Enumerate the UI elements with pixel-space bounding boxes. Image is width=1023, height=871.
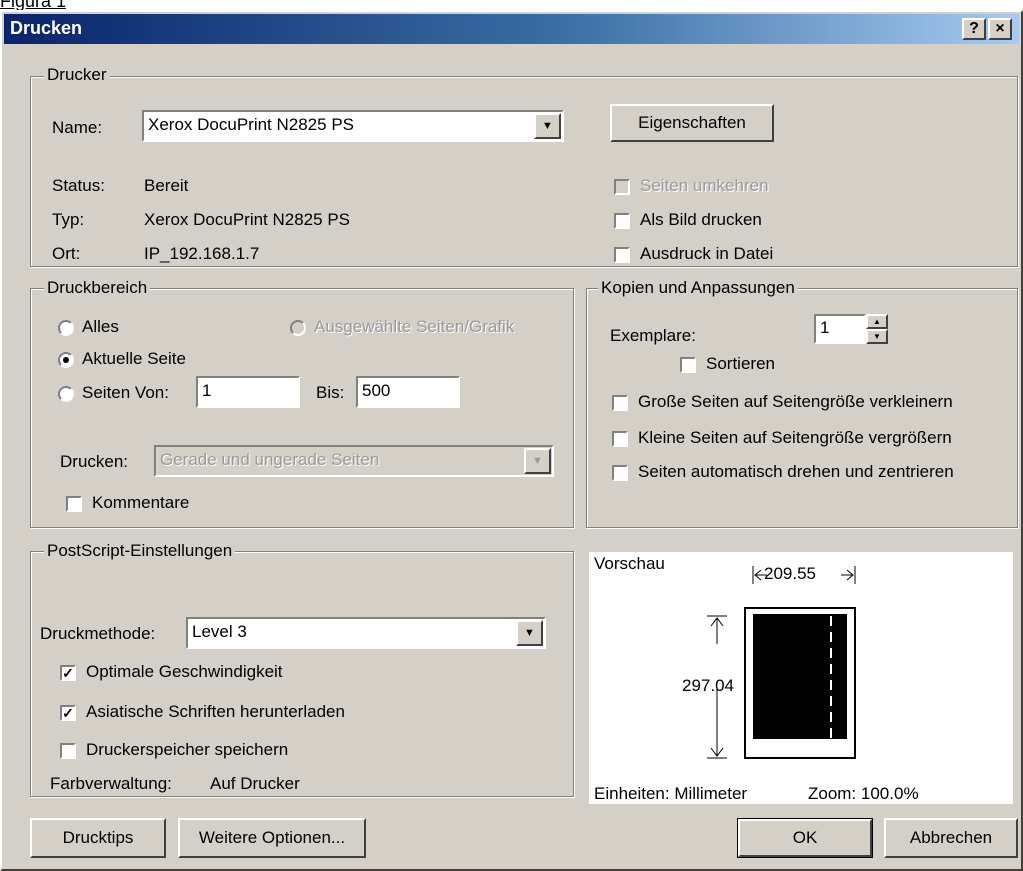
- printer-name-dropdown-arrow[interactable]: ▼: [534, 113, 561, 139]
- preview-graphic: [707, 566, 856, 759]
- checkmark-icon: ✓: [62, 705, 74, 721]
- print-method-label: Druckmethode:: [40, 624, 156, 643]
- close-button[interactable]: ×: [988, 18, 1012, 40]
- range-pages-label: Seiten Von:: [82, 383, 169, 402]
- copies-label: Exemplare:: [610, 326, 696, 345]
- checkmark-icon: ✓: [62, 665, 74, 681]
- autorotate-label: Seiten automatisch drehen und zentrieren: [638, 462, 954, 481]
- save-printer-memory-checkbox[interactable]: [60, 743, 76, 759]
- color-management-label: Farbverwaltung:: [50, 774, 172, 793]
- copies-group-label: Kopien und Anpassungen: [598, 279, 798, 297]
- to-page-value: 500: [362, 381, 391, 400]
- title-bar[interactable]: Drucken ? ×: [4, 14, 1019, 44]
- reverse-pages-checkbox[interactable]: [614, 179, 630, 195]
- print-range-group-label: Druckbereich: [44, 279, 151, 297]
- copies-spin-up[interactable]: ▲: [866, 314, 888, 329]
- preview-zoom-label: Zoom: 100.0%: [808, 784, 919, 803]
- collate-label: Sortieren: [706, 354, 775, 373]
- printer-name-label: Name:: [52, 118, 103, 137]
- save-printer-memory-label: Druckerspeicher speichern: [86, 740, 289, 759]
- collate-checkbox[interactable]: [680, 357, 696, 373]
- to-page-input[interactable]: 500: [356, 376, 460, 408]
- optimize-speed-checkbox[interactable]: ✓: [60, 665, 76, 681]
- shrink-pages-label: Große Seiten auf Seitengröße verkleinern: [638, 392, 953, 411]
- range-selected-pages-radio[interactable]: [290, 320, 306, 336]
- ok-button[interactable]: OK: [737, 818, 873, 858]
- print-method-dropdown-arrow[interactable]: ▼: [516, 620, 543, 646]
- preview-units-label: Einheiten: Millimeter: [594, 784, 748, 803]
- from-page-value: 1: [202, 381, 212, 400]
- print-as-image-label: Als Bild drucken: [640, 210, 762, 229]
- range-all-radio[interactable]: [58, 320, 74, 336]
- properties-button[interactable]: Eigenschaften: [610, 104, 774, 142]
- postscript-group-label: PostScript-Einstellungen: [44, 542, 236, 560]
- print-subset-select[interactable]: Gerade und ungerade Seiten: [154, 445, 554, 477]
- to-page-label: Bis:: [316, 383, 345, 402]
- print-to-file-label: Ausdruck in Datei: [640, 244, 774, 263]
- status-label: Status:: [52, 176, 105, 195]
- reverse-pages-label: Seiten umkehren: [640, 176, 769, 195]
- window-title: Drucken: [10, 18, 83, 38]
- status-value: Bereit: [144, 176, 189, 195]
- copies-spin-down[interactable]: ▼: [866, 329, 888, 344]
- print-dialog: Drucken ? × Drucker Name: Xerox DocuPrin…: [0, 10, 1023, 871]
- figure-caption: Figura 1: [0, 0, 67, 11]
- autorotate-checkbox[interactable]: [612, 465, 628, 481]
- print-subset-label: Drucken:: [60, 452, 129, 471]
- shrink-pages-checkbox[interactable]: [612, 395, 628, 411]
- print-method-select[interactable]: Level 3: [186, 617, 546, 649]
- cancel-button[interactable]: Abbrechen: [884, 818, 1018, 858]
- range-current-page-radio[interactable]: [58, 352, 74, 368]
- printer-name-value: Xerox DocuPrint N2825 PS: [148, 115, 354, 134]
- comments-checkbox[interactable]: [66, 496, 82, 512]
- from-page-input[interactable]: 1: [196, 376, 300, 408]
- color-management-value: Auf Drucker: [210, 774, 300, 793]
- print-subset-dropdown-arrow[interactable]: ▼: [524, 448, 551, 474]
- copies-value: 1: [820, 318, 830, 337]
- range-current-page-label: Aktuelle Seite: [82, 349, 186, 368]
- asian-fonts-label: Asiatische Schriften herunterladen: [86, 702, 345, 721]
- help-button[interactable]: ?: [962, 18, 986, 40]
- optimize-speed-label: Optimale Geschwindigkeit: [86, 662, 283, 681]
- chevron-down-icon: ▼: [532, 455, 543, 467]
- printer-name-select[interactable]: Xerox DocuPrint N2825 PS: [142, 110, 564, 142]
- print-to-file-checkbox[interactable]: [614, 247, 630, 263]
- expand-pages-checkbox[interactable]: [612, 431, 628, 447]
- spin-up-icon: ▲: [873, 317, 881, 326]
- asian-fonts-checkbox[interactable]: ✓: [60, 705, 76, 721]
- comments-label: Kommentare: [92, 493, 190, 512]
- print-as-image-checkbox[interactable]: [614, 213, 630, 229]
- expand-pages-label: Kleine Seiten auf Seitengröße vergrößern: [638, 428, 952, 447]
- more-options-button[interactable]: Weitere Optionen...: [178, 818, 366, 858]
- range-all-label: Alles: [82, 317, 119, 336]
- copies-input[interactable]: 1: [814, 314, 866, 344]
- spin-down-icon: ▼: [873, 332, 881, 341]
- preview-height-value: 297.04: [682, 676, 734, 695]
- location-label: Ort:: [52, 244, 81, 263]
- type-value: Xerox DocuPrint N2825 PS: [144, 210, 350, 229]
- printer-group: [30, 76, 1018, 267]
- print-subset-value: Gerade und ungerade Seiten: [160, 450, 380, 469]
- printer-group-label: Drucker: [44, 66, 110, 84]
- type-label: Typ:: [52, 210, 85, 229]
- range-selected-pages-label: Ausgewählte Seiten/Grafik: [314, 317, 515, 336]
- chevron-down-icon: ▼: [542, 120, 553, 132]
- chevron-down-icon: ▼: [524, 627, 535, 639]
- preview-width-value: 209.55: [764, 564, 816, 583]
- range-pages-radio[interactable]: [58, 386, 74, 402]
- location-value: IP_192.168.1.7: [144, 244, 260, 263]
- print-method-value: Level 3: [192, 622, 247, 641]
- print-tips-button[interactable]: Drucktips: [30, 818, 166, 858]
- page-preview: [744, 607, 856, 759]
